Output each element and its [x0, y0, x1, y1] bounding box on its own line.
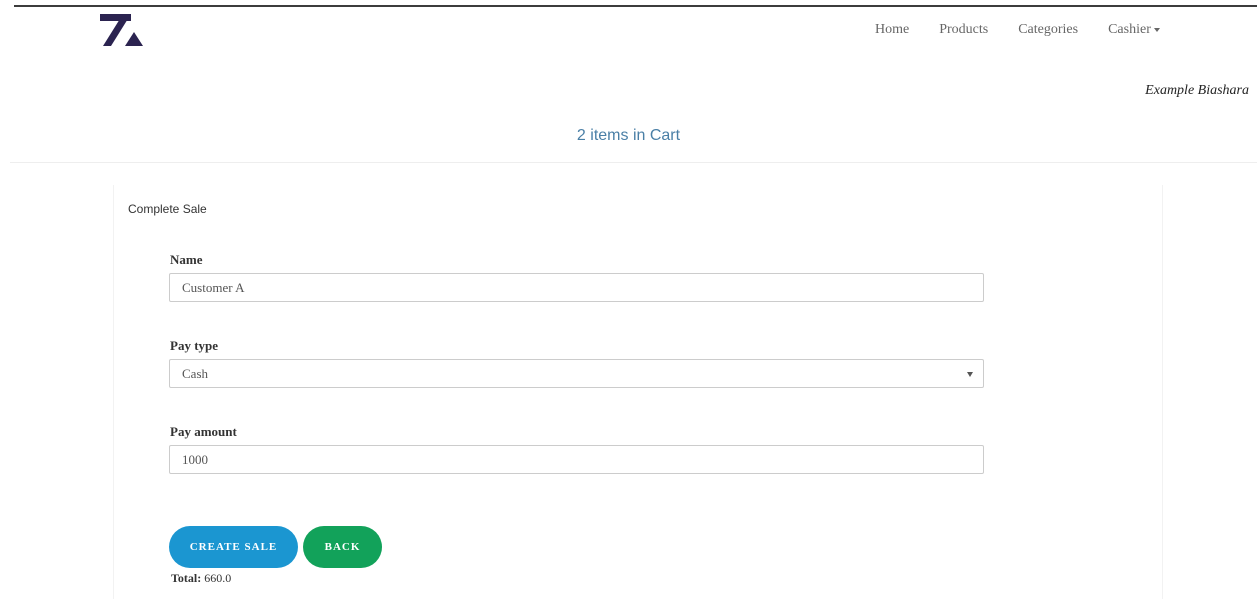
pay-amount-input[interactable]: [182, 451, 971, 468]
logo-mark-triangle: [125, 32, 143, 46]
create-sale-button[interactable]: CREATE SALE: [169, 526, 298, 568]
nav-home[interactable]: Home: [875, 22, 909, 38]
top-border: [14, 5, 1257, 7]
nav-products[interactable]: Products: [939, 22, 988, 38]
select-arrow-icon: [967, 372, 973, 377]
nav-categories[interactable]: Categories: [1018, 22, 1078, 38]
name-input[interactable]: [182, 279, 971, 296]
page: Home Products Categories Cashier Example…: [0, 0, 1257, 599]
name-label: Name: [170, 252, 203, 267]
pay-type-select[interactable]: Cash: [169, 359, 984, 388]
logo[interactable]: [100, 14, 144, 46]
total: Total: 660.0: [171, 571, 231, 586]
header-divider: [10, 162, 1257, 163]
total-value: 660.0: [204, 571, 232, 585]
business-name: Example Biashara: [1145, 83, 1249, 98]
pay-type-value: Cash: [182, 365, 208, 381]
nav-cashier-dropdown[interactable]: Cashier: [1108, 22, 1160, 38]
main-nav: Home Products Categories Cashier: [860, 22, 1160, 38]
name-field[interactable]: [169, 273, 984, 302]
pay-type-label: Pay type: [170, 338, 219, 353]
caret-down-icon: [1153, 27, 1160, 32]
cart-status: 2 items in Cart: [576, 127, 681, 144]
total-label: Total:: [171, 571, 202, 585]
back-button[interactable]: BACK: [303, 526, 382, 568]
panel-title: Complete Sale: [128, 202, 207, 216]
pay-amount-label: Pay amount: [170, 424, 237, 439]
pay-amount-field[interactable]: [169, 445, 984, 474]
nav-cashier-label: Cashier: [1108, 22, 1151, 37]
